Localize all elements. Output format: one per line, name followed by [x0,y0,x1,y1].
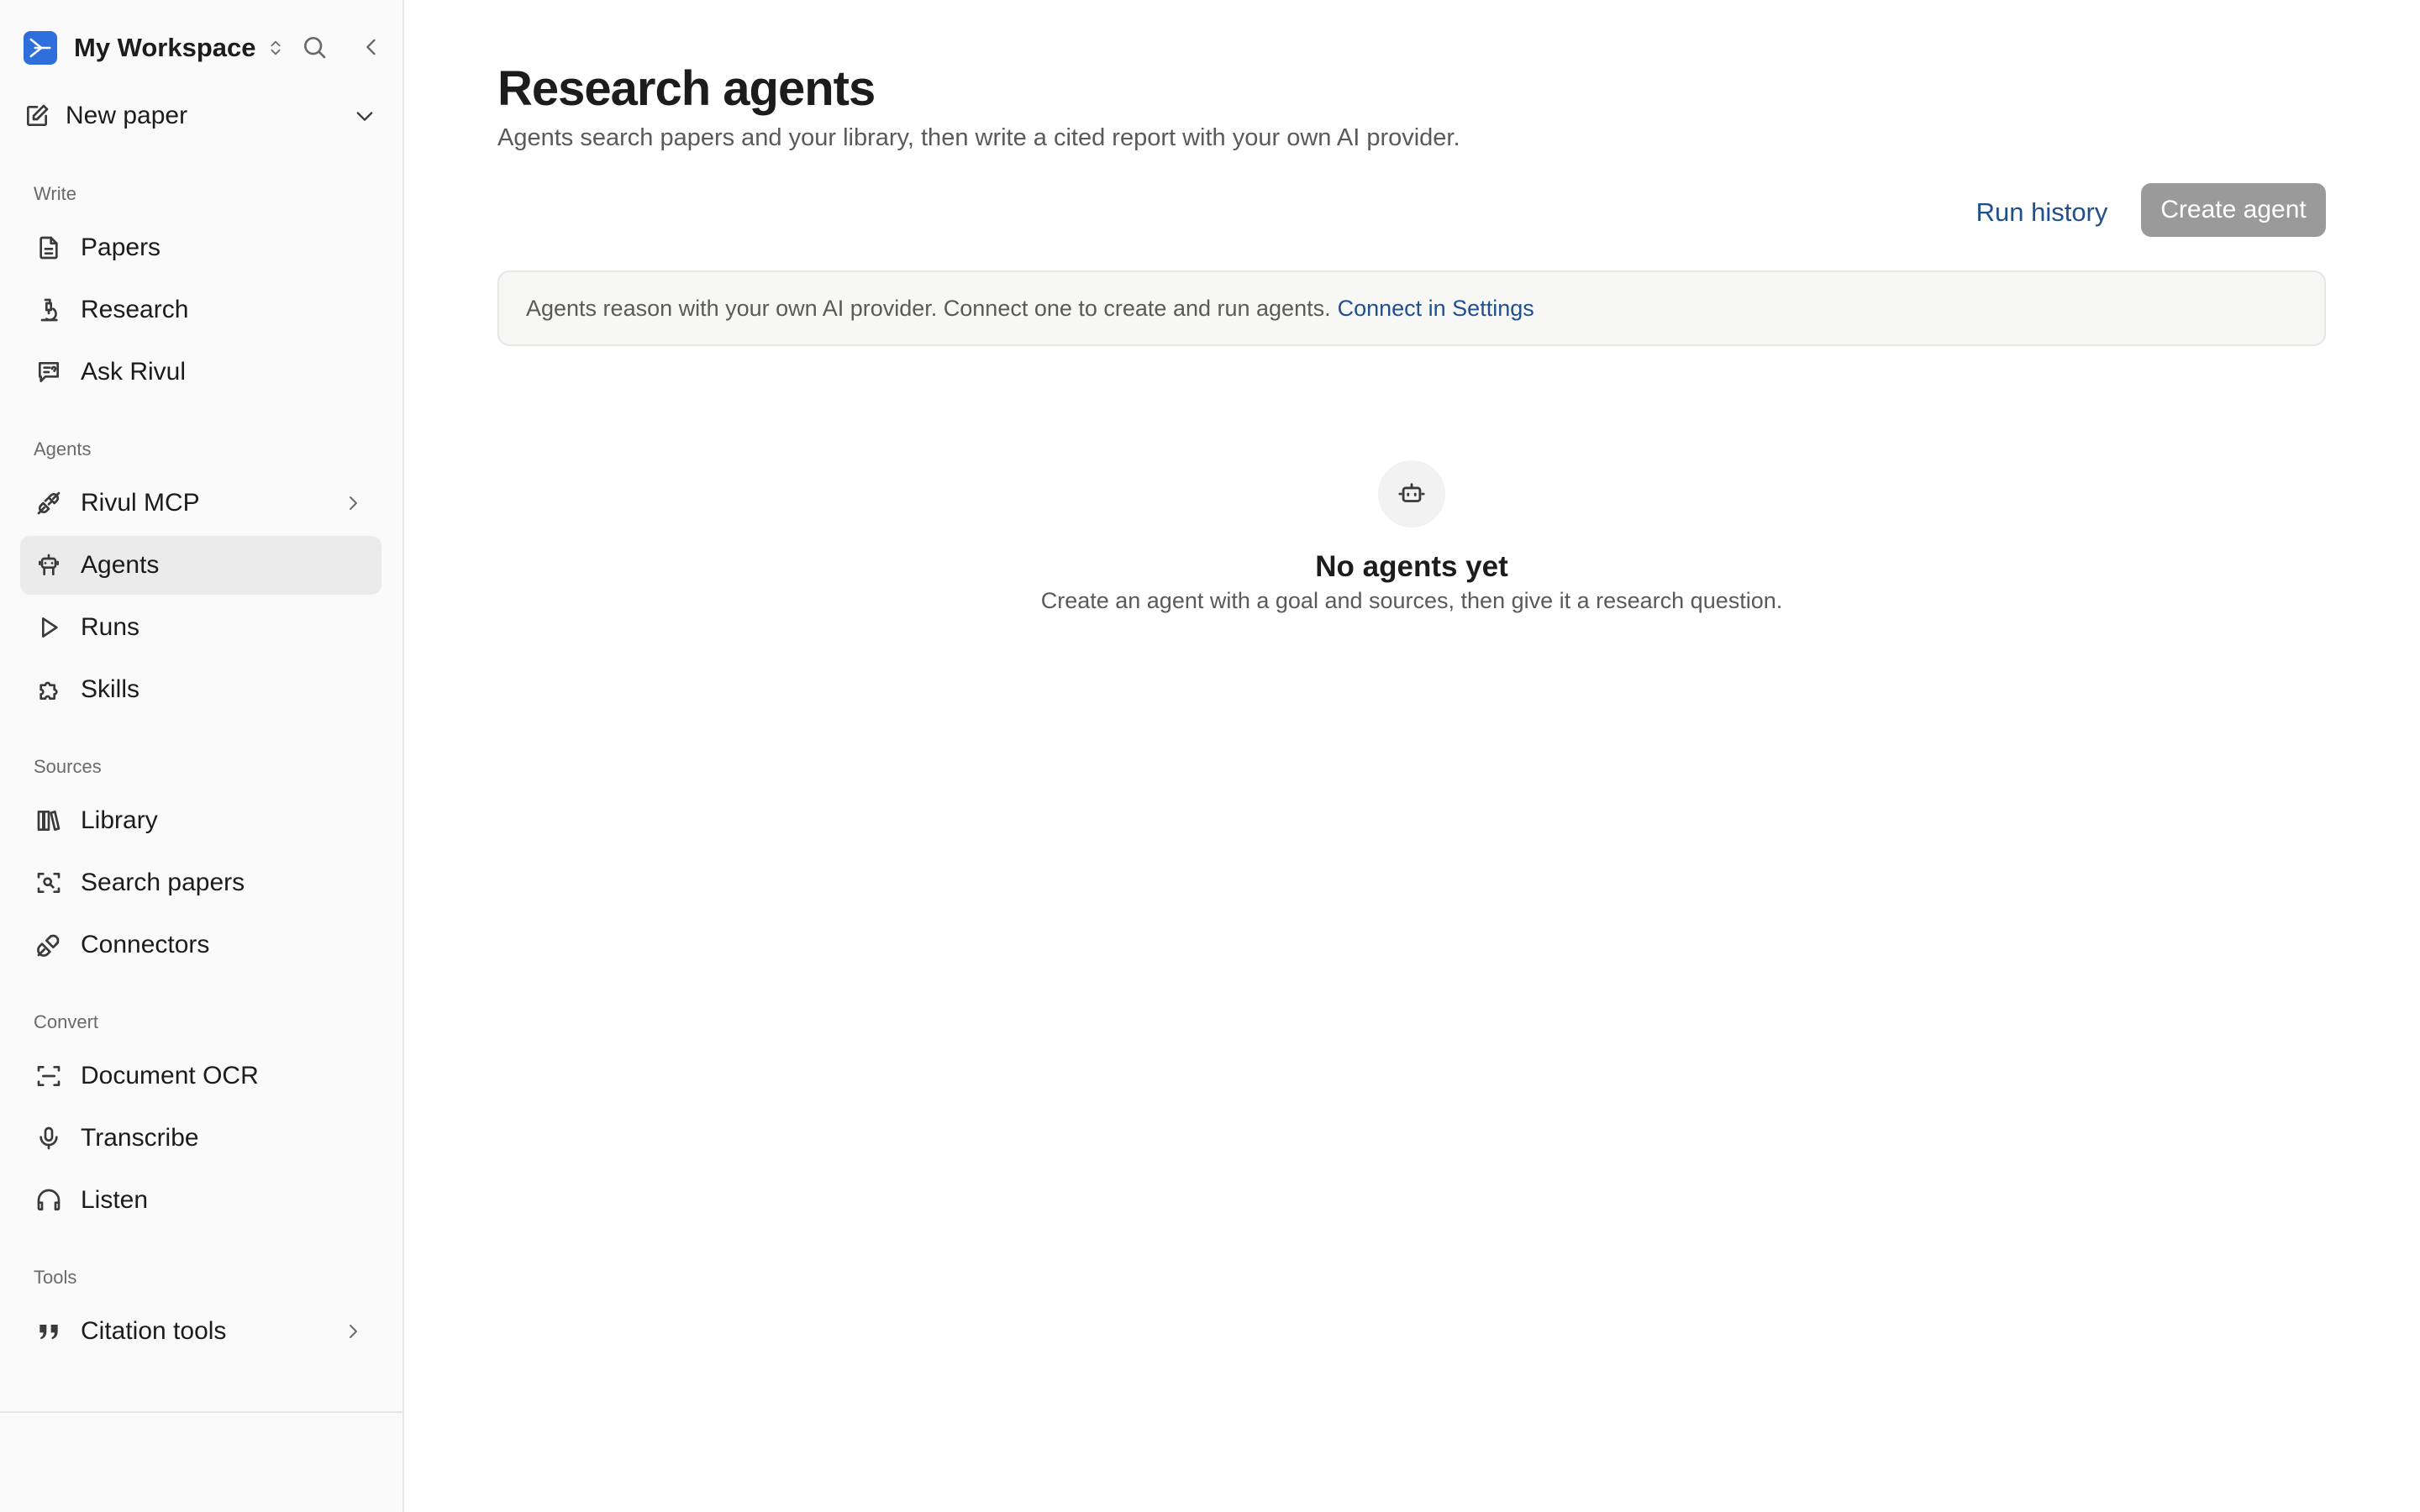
chevron-right-icon [336,486,370,520]
library-icon [32,804,66,837]
plug-icon [32,486,66,520]
robot-icon [32,549,66,582]
sidebar-item-label: Ask Rivul [81,358,187,386]
sidebar-item-label: Rivul MCP [81,489,200,517]
sidebar-item-skills[interactable]: Skills [20,660,381,719]
section-label-agents: Agents [34,438,92,459]
chevron-down-icon[interactable] [348,99,381,133]
workspace-name: My Workspace [74,33,256,62]
empty-state-subtitle: Create an agent with a goal and sources,… [1040,588,1783,613]
sidebar-item-label: Papers [81,234,161,261]
search-icon[interactable] [297,30,331,64]
sidebar-item-label: Skills [81,675,140,703]
collapse-sidebar-icon[interactable] [355,30,388,64]
sidebar-item-label: Agents [81,551,160,579]
new-paper-label: New paper [66,102,188,129]
sidebar-item-citation-tools[interactable]: Citation tools [20,1302,381,1361]
sidebar-item-agents[interactable]: Agents [20,536,381,595]
run-history-button[interactable]: Run history [1966,190,2118,235]
sidebar-item-listen[interactable]: Listen [20,1171,381,1230]
workspace-switcher[interactable]: My Workspace [24,29,385,67]
workspace-logo-icon [24,31,57,65]
sidebar-item-label: Research [81,296,189,323]
document-icon [32,231,66,265]
section-label-sources: Sources [34,756,102,777]
sidebar-item-label: Connectors [81,931,210,958]
microphone-icon [32,1121,66,1155]
puzzle-icon [32,673,66,706]
sidebar-item-label: Document OCR [81,1062,259,1089]
play-icon [32,611,66,644]
connect-in-settings-link[interactable]: Connect in Settings [1338,296,1534,322]
bot-icon [1378,460,1445,528]
plug-connector-icon [32,928,66,962]
section-label-write: Write [34,183,76,204]
new-paper-button[interactable]: New paper [24,94,381,138]
sidebar-item-label: Transcribe [81,1124,199,1152]
empty-state-title: No agents yet [1315,550,1508,583]
sidebar-item-label: Search papers [81,869,245,896]
quote-icon [32,1315,66,1348]
section-label-convert: Convert [34,1011,99,1032]
page-title: Research agents [497,61,876,116]
provider-notice-banner: Agents reason with your own AI provider.… [497,270,2326,346]
sidebar-item-label: Library [81,806,158,834]
create-agent-button[interactable]: Create agent [2141,183,2326,237]
chat-question-icon [32,355,66,389]
headphones-icon [32,1184,66,1217]
scan-line-icon [32,1059,66,1093]
chevron-right-icon [336,1315,370,1348]
sidebar-item-label: Citation tools [81,1317,227,1345]
sidebar-item-label: Runs [81,613,140,641]
sidebar-item-library[interactable]: Library [20,791,381,850]
sidebar-item-label: Listen [81,1186,149,1214]
page-subtitle: Agents search papers and your library, t… [497,124,1460,151]
sidebar-item-transcribe[interactable]: Transcribe [20,1109,381,1168]
sidebar-item-rivul-mcp[interactable]: Rivul MCP [20,474,381,533]
section-label-tools: Tools [34,1267,77,1288]
banner-text: Agents reason with your own AI provider.… [526,295,1331,321]
sidebar-item-document-ocr[interactable]: Document OCR [20,1047,381,1105]
microscope-icon [32,293,66,327]
sidebar-item-research[interactable]: Research [20,281,381,339]
chevron-up-down-icon [265,35,287,60]
sidebar-item-search-papers[interactable]: Search papers [20,853,381,912]
scan-search-icon [32,866,66,900]
sidebar-item-runs[interactable]: Runs [20,598,381,657]
sidebar-item-ask-rivul[interactable]: Ask Rivul [20,343,381,402]
edit-icon [24,102,50,129]
sidebar-item-connectors[interactable]: Connectors [20,916,381,974]
sidebar-item-papers[interactable]: Papers [20,218,381,277]
sidebar-divider [0,1411,404,1413]
sidebar: My Workspace New paper Write Papers Rese… [0,0,404,1512]
